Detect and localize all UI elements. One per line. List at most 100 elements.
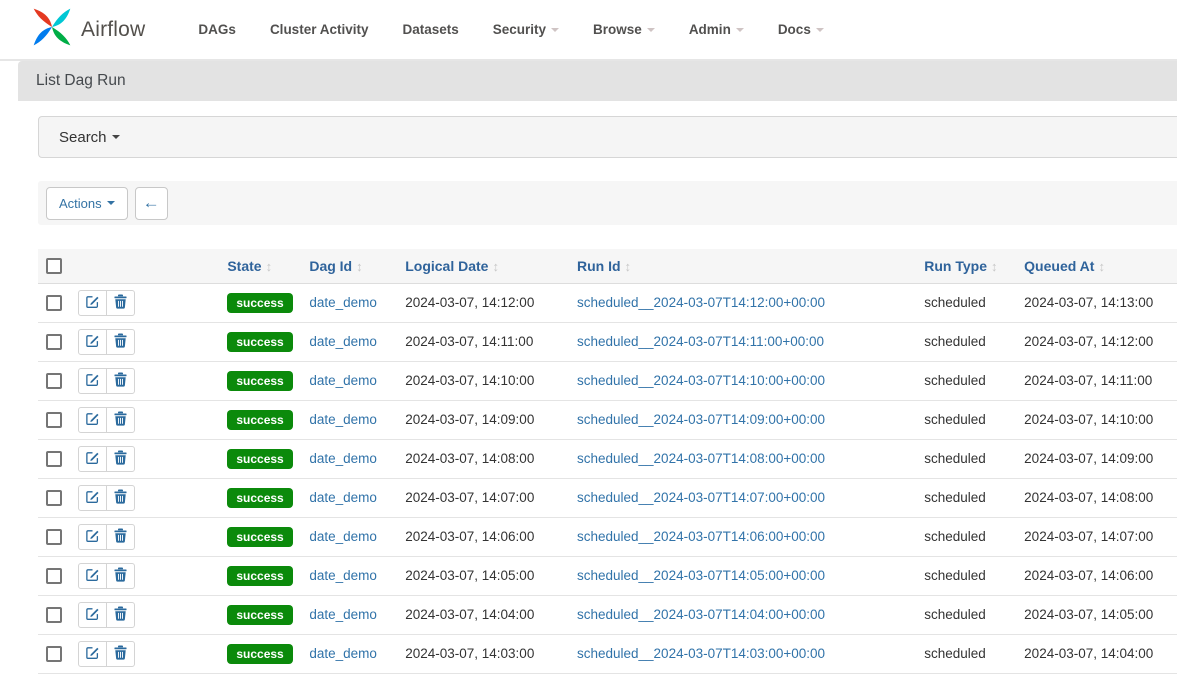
- dag-id-link[interactable]: date_demo: [309, 529, 377, 544]
- edit-record-button[interactable]: [78, 290, 107, 316]
- queued-at-cell: 2024-03-07, 14:09:00: [1016, 439, 1177, 478]
- run-type-cell: scheduled: [916, 439, 1016, 478]
- dag-id-link[interactable]: date_demo: [309, 334, 377, 349]
- run-id-cell: scheduled__2024-03-07T14:03:00+00:00: [569, 634, 916, 673]
- run-id-link[interactable]: scheduled__2024-03-07T14:10:00+00:00: [577, 373, 825, 388]
- delete-trash-icon-button[interactable]: [106, 446, 135, 472]
- edit-record-button[interactable]: [78, 563, 107, 589]
- run-id-link[interactable]: scheduled__2024-03-07T14:07:00+00:00: [577, 490, 825, 505]
- nav-item-browse[interactable]: Browse: [576, 12, 672, 47]
- row-checkbox[interactable]: [46, 451, 62, 467]
- dag-id-link[interactable]: date_demo: [309, 295, 377, 310]
- delete-trash-icon-button[interactable]: [106, 641, 135, 667]
- dag-id-cell: date_demo: [301, 283, 397, 322]
- sort-icon[interactable]: ↕: [266, 259, 273, 274]
- back-button[interactable]: ←: [135, 187, 168, 220]
- table-header-row: State↕ Dag Id↕ Logical Date↕ Run Id↕ Run…: [38, 249, 1177, 283]
- actions-cell: [70, 361, 219, 400]
- edit-record-button[interactable]: [78, 485, 107, 511]
- sort-icon[interactable]: ↕: [492, 259, 499, 274]
- run-id-link[interactable]: scheduled__2024-03-07T14:08:00+00:00: [577, 451, 825, 466]
- dag-id-link[interactable]: date_demo: [309, 568, 377, 583]
- delete-trash-icon-button[interactable]: [106, 368, 135, 394]
- actions-dropdown-button[interactable]: Actions: [46, 187, 128, 220]
- column-header-logical-date[interactable]: Logical Date↕: [397, 249, 569, 283]
- state-cell: success: [219, 439, 301, 478]
- dag-id-link[interactable]: date_demo: [309, 646, 377, 661]
- edit-pencil-icon: [85, 567, 100, 585]
- row-checkbox[interactable]: [46, 529, 62, 545]
- state-badge: success: [227, 644, 292, 664]
- row-checkbox[interactable]: [46, 412, 62, 428]
- delete-trash-icon-button[interactable]: [106, 602, 135, 628]
- sort-icon[interactable]: ↕: [356, 259, 363, 274]
- run-id-link[interactable]: scheduled__2024-03-07T14:09:00+00:00: [577, 412, 825, 427]
- run-id-link[interactable]: scheduled__2024-03-07T14:05:00+00:00: [577, 568, 825, 583]
- sort-icon[interactable]: ↕: [991, 259, 998, 274]
- row-checkbox[interactable]: [46, 295, 62, 311]
- dag-id-link[interactable]: date_demo: [309, 373, 377, 388]
- edit-record-button[interactable]: [78, 446, 107, 472]
- column-header-dag-id[interactable]: Dag Id↕: [301, 249, 397, 283]
- nav-item-label: Browse: [593, 22, 642, 37]
- delete-trash-icon-button[interactable]: [106, 485, 135, 511]
- caret-down-icon: [647, 28, 655, 32]
- nav-item-docs[interactable]: Docs: [761, 12, 841, 47]
- trash-icon: [114, 294, 127, 312]
- queued-at-cell: 2024-03-07, 14:12:00: [1016, 322, 1177, 361]
- edit-record-button[interactable]: [78, 641, 107, 667]
- run-id-link[interactable]: scheduled__2024-03-07T14:06:00+00:00: [577, 529, 825, 544]
- trash-icon: [114, 645, 127, 663]
- delete-trash-icon-button[interactable]: [106, 407, 135, 433]
- nav-item-datasets[interactable]: Datasets: [385, 12, 475, 47]
- column-header-run-type[interactable]: Run Type↕: [916, 249, 1016, 283]
- dag-id-link[interactable]: date_demo: [309, 451, 377, 466]
- edit-record-button[interactable]: [78, 407, 107, 433]
- run-type-cell: scheduled: [916, 322, 1016, 361]
- actions-cell: [70, 634, 219, 673]
- column-header-state[interactable]: State↕: [219, 249, 301, 283]
- column-header-run-id[interactable]: Run Id↕: [569, 249, 916, 283]
- row-checkbox[interactable]: [46, 373, 62, 389]
- row-checkbox[interactable]: [46, 334, 62, 350]
- row-checkbox[interactable]: [46, 490, 62, 506]
- run-id-link[interactable]: scheduled__2024-03-07T14:03:00+00:00: [577, 646, 825, 661]
- edit-record-button[interactable]: [78, 524, 107, 550]
- dag-id-link[interactable]: date_demo: [309, 490, 377, 505]
- column-header-queued-at[interactable]: Queued At↕: [1016, 249, 1177, 283]
- dag-id-link[interactable]: date_demo: [309, 412, 377, 427]
- delete-trash-icon-button[interactable]: [106, 563, 135, 589]
- state-cell: success: [219, 595, 301, 634]
- nav-item-cluster-activity[interactable]: Cluster Activity: [253, 12, 386, 47]
- nav-item-dags[interactable]: DAGs: [181, 12, 253, 47]
- run-id-cell: scheduled__2024-03-07T14:10:00+00:00: [569, 361, 916, 400]
- edit-record-button[interactable]: [78, 368, 107, 394]
- edit-pencil-icon: [85, 489, 100, 507]
- edit-record-button[interactable]: [78, 602, 107, 628]
- airflow-brand[interactable]: Airflow: [30, 5, 145, 54]
- nav-item-admin[interactable]: Admin: [672, 12, 761, 47]
- state-cell: success: [219, 361, 301, 400]
- actions-cell: [70, 517, 219, 556]
- nav-item-security[interactable]: Security: [476, 12, 576, 47]
- delete-trash-icon-button[interactable]: [106, 329, 135, 355]
- dag-id-link[interactable]: date_demo: [309, 607, 377, 622]
- edit-record-button[interactable]: [78, 329, 107, 355]
- sort-icon[interactable]: ↕: [625, 259, 632, 274]
- row-checkbox[interactable]: [46, 568, 62, 584]
- dag-id-cell: date_demo: [301, 634, 397, 673]
- run-type-cell: scheduled: [916, 283, 1016, 322]
- run-id-link[interactable]: scheduled__2024-03-07T14:04:00+00:00: [577, 607, 825, 622]
- queued-at-cell: 2024-03-07, 14:06:00: [1016, 556, 1177, 595]
- delete-trash-icon-button[interactable]: [106, 524, 135, 550]
- delete-trash-icon-button[interactable]: [106, 290, 135, 316]
- dag-id-cell: date_demo: [301, 439, 397, 478]
- row-checkbox[interactable]: [46, 607, 62, 623]
- run-id-link[interactable]: scheduled__2024-03-07T14:12:00+00:00: [577, 295, 825, 310]
- run-id-link[interactable]: scheduled__2024-03-07T14:11:00+00:00: [577, 334, 824, 349]
- select-all-checkbox[interactable]: [46, 258, 62, 274]
- row-checkbox[interactable]: [46, 646, 62, 662]
- state-cell: success: [219, 517, 301, 556]
- search-dropdown[interactable]: Search: [38, 116, 1177, 158]
- sort-icon[interactable]: ↕: [1098, 259, 1105, 274]
